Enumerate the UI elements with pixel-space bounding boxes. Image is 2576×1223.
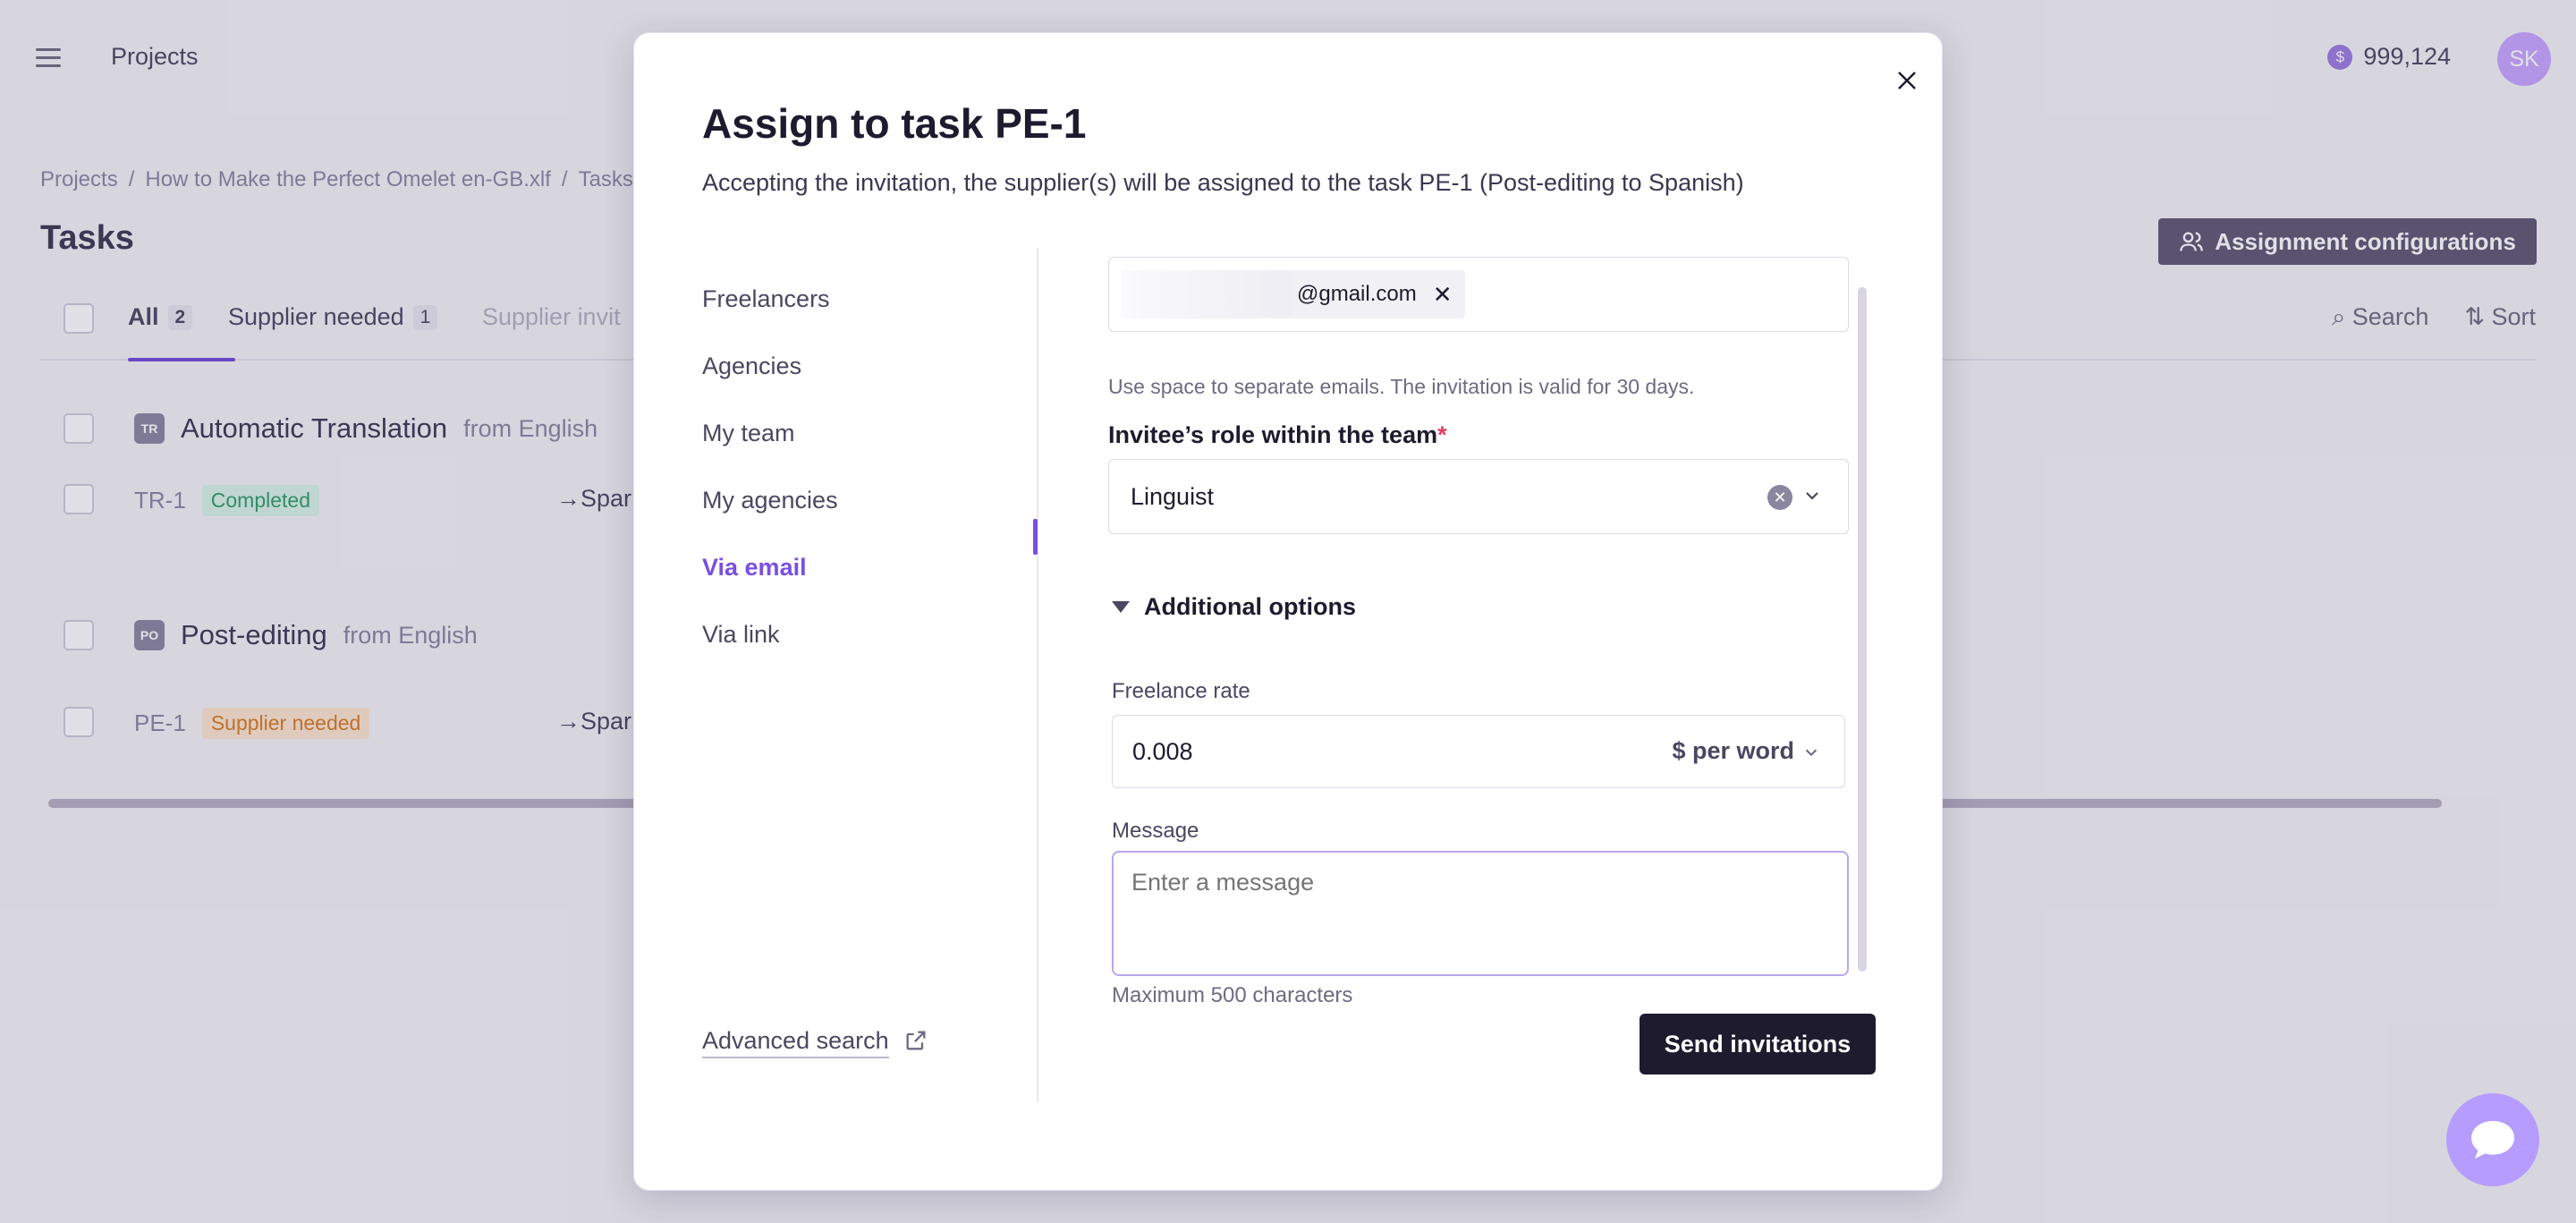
close-icon xyxy=(1898,72,1916,89)
email-hint: Use space to separate emails. The invita… xyxy=(1108,375,1695,398)
advanced-search-link[interactable]: Advanced search xyxy=(702,1027,889,1058)
chat-button[interactable] xyxy=(2446,1093,2539,1186)
chevron-down-icon[interactable] xyxy=(1801,743,1821,762)
nav-my-agencies[interactable]: My agencies xyxy=(702,487,838,514)
nav-divider xyxy=(1037,248,1038,1102)
max-characters-hint: Maximum 500 characters xyxy=(1112,983,1353,1007)
role-select[interactable]: Linguist ✕ xyxy=(1108,459,1849,534)
modal-title: Assign to task PE-1 xyxy=(702,100,1087,147)
external-link-icon[interactable] xyxy=(903,1028,928,1053)
send-invitations-button[interactable]: Send invitations xyxy=(1640,1014,1876,1074)
role-label: Invitee’s role within the team* xyxy=(1108,421,1447,448)
email-input[interactable]: @gmail.com ✕ xyxy=(1108,257,1849,332)
nav-via-email[interactable]: Via email xyxy=(702,554,807,582)
nav-agencies[interactable]: Agencies xyxy=(702,352,801,380)
rate-unit-select[interactable]: $ per word xyxy=(1672,737,1794,765)
email-chip-text: @gmail.com xyxy=(1297,282,1417,306)
email-chip: @gmail.com ✕ xyxy=(1122,270,1465,318)
close-button[interactable] xyxy=(1885,58,1929,103)
message-label: Message xyxy=(1112,819,1199,843)
chat-bubble-icon xyxy=(2471,1121,2514,1159)
nav-my-team[interactable]: My team xyxy=(702,420,795,447)
freelance-rate-input[interactable]: 0.008 $ per word xyxy=(1112,715,1845,788)
nav-via-link[interactable]: Via link xyxy=(702,621,780,649)
nav-freelancers[interactable]: Freelancers xyxy=(702,285,830,313)
required-mark: * xyxy=(1437,421,1447,448)
additional-options-toggle[interactable]: Additional options xyxy=(1112,593,1356,621)
remove-email-icon[interactable]: ✕ xyxy=(1433,281,1453,309)
form-scrollbar[interactable] xyxy=(1858,287,1867,972)
nav-active-indicator xyxy=(1033,519,1038,555)
message-textarea[interactable] xyxy=(1112,851,1849,976)
caret-down-icon xyxy=(1112,601,1130,613)
role-value: Linguist xyxy=(1131,482,1215,510)
additional-options-label: Additional options xyxy=(1144,593,1356,620)
email-chip-redacted xyxy=(1122,270,1292,318)
clear-icon[interactable]: ✕ xyxy=(1767,485,1792,510)
chevron-down-icon[interactable] xyxy=(1801,485,1823,506)
assign-task-modal: Assign to task PE-1 Accepting the invita… xyxy=(633,32,1943,1191)
modal-subtitle: Accepting the invitation, the supplier(s… xyxy=(702,169,1744,196)
freelance-rate-label: Freelance rate xyxy=(1112,679,1250,703)
freelance-rate-value: 0.008 xyxy=(1132,737,1193,765)
